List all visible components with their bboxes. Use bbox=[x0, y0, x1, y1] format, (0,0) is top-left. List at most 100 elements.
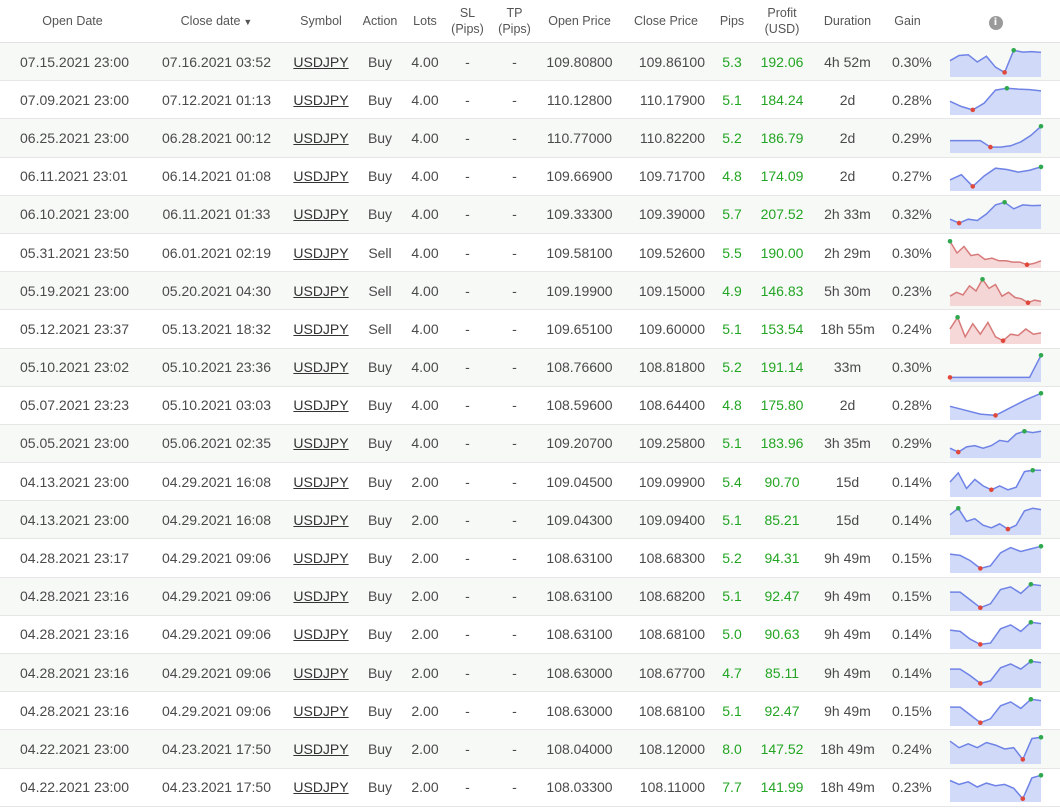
cell-trade-chart[interactable] bbox=[931, 730, 1060, 768]
info-icon[interactable]: i bbox=[988, 15, 1003, 30]
table-row[interactable]: 06.25.2021 23:00 06.28.2021 00:12 USDJPY Bu… bbox=[0, 118, 1060, 158]
cell-trade-chart[interactable] bbox=[931, 692, 1060, 730]
table-row[interactable]: 05.07.2021 23:23 05.10.2021 03:03 USDJPY Bu… bbox=[0, 386, 1060, 425]
cell-trade-chart[interactable] bbox=[931, 501, 1060, 539]
symbol-link[interactable]: USDJPY bbox=[288, 463, 354, 501]
symbol-link[interactable]: USDJPY bbox=[288, 386, 354, 424]
cell-trade-chart[interactable] bbox=[931, 386, 1060, 424]
cell-trade-chart[interactable] bbox=[931, 81, 1060, 119]
header-open-price[interactable]: Open Price bbox=[538, 0, 621, 43]
cell-sl: - bbox=[465, 244, 470, 261]
symbol-link[interactable]: USDJPY bbox=[288, 195, 354, 233]
header-duration[interactable]: Duration bbox=[811, 0, 884, 43]
table-row[interactable]: 04.13.2021 23:00 04.29.2021 16:08 USDJPY Bu… bbox=[0, 500, 1060, 539]
cell-close-date: 07.16.2021 03:52 bbox=[162, 53, 271, 70]
symbol-link[interactable]: USDJPY bbox=[288, 81, 354, 119]
table-row[interactable]: 07.15.2021 23:00 07.16.2021 03:52 USDJPY Bu… bbox=[0, 42, 1060, 81]
cell-lots: 2.00 bbox=[411, 588, 439, 605]
sparkline-min-dot bbox=[1020, 757, 1026, 762]
cell-open-date: 04.28.2021 23:16 bbox=[20, 588, 129, 605]
cell-trade-chart[interactable] bbox=[931, 654, 1060, 692]
sparkline-area bbox=[950, 508, 1041, 535]
sparkline-min-dot bbox=[970, 184, 976, 189]
cell-trade-chart[interactable] bbox=[931, 272, 1060, 310]
symbol-link[interactable]: USDJPY bbox=[288, 501, 354, 539]
header-gain[interactable]: Gain bbox=[884, 0, 931, 43]
sparkline-min-dot bbox=[978, 605, 983, 611]
cell-profit: 153.54 bbox=[760, 320, 804, 337]
table-row[interactable]: 05.10.2021 23:02 05.10.2021 23:36 USDJPY Bu… bbox=[0, 348, 1060, 387]
symbol-link[interactable]: USDJPY bbox=[288, 768, 354, 806]
table-row[interactable]: 04.28.2021 23:16 04.29.2021 09:06 USDJPY Bu… bbox=[0, 653, 1060, 692]
header-tp[interactable]: TP (Pips) bbox=[491, 0, 538, 43]
cell-close-date: 06.01.2021 02:19 bbox=[162, 244, 271, 261]
cell-trade-chart[interactable] bbox=[931, 768, 1060, 806]
table-row[interactable]: 05.12.2021 23:37 05.13.2021 18:32 USDJPY Se… bbox=[0, 309, 1060, 348]
header-sl[interactable]: SL (Pips) bbox=[444, 0, 491, 43]
cell-sl: - bbox=[465, 53, 470, 70]
cell-open-date: 06.11.2021 23:01 bbox=[20, 168, 128, 185]
table-row[interactable]: 04.28.2021 23:17 04.29.2021 09:06 USDJPY Bu… bbox=[0, 538, 1060, 578]
header-close-date[interactable]: Close date ▼ bbox=[145, 0, 288, 43]
cell-trade-chart[interactable] bbox=[931, 577, 1060, 615]
header-pips[interactable]: Pips bbox=[711, 0, 753, 43]
table-row[interactable]: 04.13.2021 23:00 04.29.2021 16:08 USDJPY Bu… bbox=[0, 462, 1060, 501]
cell-action: Buy bbox=[367, 664, 393, 681]
cell-trade-chart[interactable] bbox=[931, 233, 1060, 271]
symbol-link[interactable]: USDJPY bbox=[288, 43, 354, 81]
cell-trade-chart[interactable] bbox=[931, 157, 1060, 195]
table-row[interactable]: 04.22.2021 23:00 04.23.2021 17:50 USDJPY Bu… bbox=[0, 729, 1060, 769]
header-profit[interactable]: Profit (USD) bbox=[753, 0, 811, 43]
table-row[interactable]: 06.11.2021 23:01 06.14.2021 01:08 USDJPY Bu… bbox=[0, 157, 1060, 196]
cell-trade-chart[interactable] bbox=[931, 539, 1060, 577]
symbol-link[interactable]: USDJPY bbox=[288, 730, 354, 768]
header-action[interactable]: Action bbox=[354, 0, 406, 43]
symbol-link[interactable]: USDJPY bbox=[288, 424, 354, 462]
header-close-price[interactable]: Close Price bbox=[621, 0, 711, 43]
trade-sparkline bbox=[949, 505, 1042, 535]
cell-trade-chart[interactable] bbox=[931, 615, 1060, 653]
cell-trade-chart[interactable] bbox=[931, 195, 1060, 233]
header-symbol[interactable]: Symbol bbox=[288, 0, 354, 43]
symbol-link[interactable]: USDJPY bbox=[288, 272, 354, 310]
symbol-link[interactable]: USDJPY bbox=[288, 348, 354, 386]
cell-action: Buy bbox=[367, 435, 393, 452]
table-row[interactable]: 04.28.2021 23:16 04.29.2021 09:06 USDJPY Bu… bbox=[0, 691, 1060, 730]
table-row[interactable]: 04.22.2021 23:00 04.23.2021 17:50 USDJPY Bu… bbox=[0, 768, 1060, 807]
symbol-link[interactable]: USDJPY bbox=[288, 157, 354, 195]
symbol-link[interactable]: USDJPY bbox=[288, 577, 354, 615]
symbol-link[interactable]: USDJPY bbox=[288, 654, 354, 692]
cell-pips: 4.8 bbox=[722, 397, 742, 414]
cell-lots: 2.00 bbox=[411, 550, 439, 567]
cell-open-date: 07.09.2021 23:00 bbox=[20, 91, 129, 108]
header-open-date[interactable]: Open Date bbox=[0, 0, 145, 43]
table-row[interactable]: 04.28.2021 23:16 04.29.2021 09:06 USDJPY Bu… bbox=[0, 615, 1060, 654]
symbol-link[interactable]: USDJPY bbox=[288, 615, 354, 653]
cell-open-price: 109.20700 bbox=[546, 435, 613, 452]
cell-duration: 9h 49m bbox=[824, 588, 871, 605]
header-lots[interactable]: Lots bbox=[406, 0, 444, 43]
cell-trade-chart[interactable] bbox=[931, 424, 1060, 462]
table-row[interactable]: 05.05.2021 23:00 05.06.2021 02:35 USDJPY Bu… bbox=[0, 424, 1060, 463]
cell-trade-chart[interactable] bbox=[931, 463, 1060, 501]
table-row[interactable]: 05.31.2021 23:50 06.01.2021 02:19 USDJPY Se… bbox=[0, 233, 1060, 272]
symbol-link[interactable]: USDJPY bbox=[288, 539, 354, 577]
symbol-link[interactable]: USDJPY bbox=[288, 692, 354, 730]
cell-duration: 18h 49m bbox=[820, 740, 875, 757]
sparkline-min-dot bbox=[1000, 338, 1006, 343]
table-row[interactable]: 06.10.2021 23:00 06.11.2021 01:33 USDJPY Bu… bbox=[0, 195, 1060, 234]
cell-trade-chart[interactable] bbox=[931, 348, 1060, 386]
symbol-link[interactable]: USDJPY bbox=[288, 119, 354, 157]
trade-sparkline bbox=[950, 696, 1042, 726]
table-row[interactable]: 05.19.2021 23:00 05.20.2021 04:30 USDJPY Se… bbox=[0, 271, 1060, 310]
cell-action: Buy bbox=[367, 779, 393, 796]
table-row[interactable]: 07.09.2021 23:00 07.12.2021 01:13 USDJPY Bu… bbox=[0, 80, 1060, 119]
symbol-link[interactable]: USDJPY bbox=[288, 233, 354, 271]
cell-trade-chart[interactable] bbox=[931, 43, 1060, 81]
table-row[interactable]: 04.28.2021 23:16 04.29.2021 09:06 USDJPY Bu… bbox=[0, 577, 1060, 616]
cell-profit: 190.00 bbox=[760, 244, 804, 261]
cell-trade-chart[interactable] bbox=[931, 310, 1060, 348]
cell-trade-chart[interactable] bbox=[931, 119, 1060, 157]
symbol-link[interactable]: USDJPY bbox=[288, 310, 354, 348]
cell-duration: 15d bbox=[835, 473, 860, 490]
